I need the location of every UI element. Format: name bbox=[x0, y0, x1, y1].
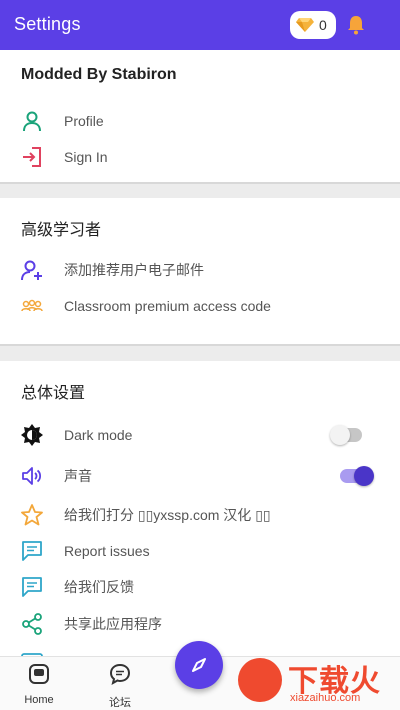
nav-home[interactable]: Home bbox=[14, 663, 64, 706]
report-icon bbox=[20, 539, 44, 563]
add-referral-email-item[interactable]: 添加推荐用户电子邮件 bbox=[0, 253, 400, 287]
dark-mode-item[interactable]: Dark mode bbox=[0, 418, 400, 452]
premium-section: 高级学习者 添加推荐用户电子邮件 Classroom premium acces… bbox=[0, 198, 400, 346]
sign-in-icon bbox=[20, 145, 44, 169]
section-title-premium: 高级学习者 bbox=[21, 222, 102, 239]
sound-item[interactable]: 声音 bbox=[0, 459, 400, 493]
sign-in-label: Sign In bbox=[64, 149, 108, 165]
section-title-general: 总体设置 bbox=[21, 385, 86, 402]
classroom-access-code-label: Classroom premium access code bbox=[64, 298, 271, 314]
general-settings-section: 总体设置 Dark mode 声音 给我们打分 ▯▯yxssp.com 汉化 ▯… bbox=[0, 361, 400, 666]
report-issues-label: Report issues bbox=[64, 543, 150, 559]
sound-label: 声音 bbox=[64, 468, 92, 484]
nav-home-label: Home bbox=[24, 694, 54, 706]
page-title: Settings bbox=[14, 14, 81, 34]
sign-in-item[interactable]: Sign In bbox=[0, 140, 400, 174]
group-icon bbox=[20, 294, 44, 318]
toggle-knob bbox=[330, 425, 350, 445]
add-referral-email-label: 添加推荐用户电子邮件 bbox=[64, 262, 204, 278]
chat-bubble-icon bbox=[109, 663, 131, 685]
profile-label: Profile bbox=[64, 113, 104, 129]
rate-us-label: 给我们打分 ▯▯yxssp.com 汉化 ▯▯ bbox=[64, 507, 271, 523]
dark-mode-toggle[interactable] bbox=[330, 425, 362, 445]
watermark-url: xiazaihuo.com bbox=[290, 692, 361, 704]
brightness-icon bbox=[20, 423, 44, 447]
rate-us-item[interactable]: 给我们打分 ▯▯yxssp.com 汉化 ▯▯ bbox=[0, 498, 400, 532]
home-icon bbox=[29, 664, 49, 684]
sound-toggle[interactable] bbox=[340, 466, 374, 486]
nav-forum-label: 论坛 bbox=[109, 697, 131, 709]
bell-icon[interactable] bbox=[347, 15, 365, 35]
share-app-label: 共享此应用程序 bbox=[64, 616, 162, 632]
app-bar: Settings 0 bbox=[0, 0, 400, 50]
gem-count: 0 bbox=[319, 17, 327, 33]
watermark-logo: 下载火 xiazaihuo.com bbox=[238, 652, 398, 708]
gem-balance-button[interactable]: 0 bbox=[290, 11, 336, 39]
feedback-item[interactable]: 给我们反馈 bbox=[0, 570, 400, 604]
compass-icon bbox=[192, 658, 206, 672]
explore-fab[interactable] bbox=[175, 641, 223, 689]
classroom-access-code-item[interactable]: Classroom premium access code bbox=[0, 289, 400, 323]
section-title-account: Modded By Stabiron bbox=[21, 66, 177, 83]
volume-icon bbox=[20, 464, 44, 488]
share-icon bbox=[20, 612, 44, 636]
feedback-label: 给我们反馈 bbox=[64, 579, 134, 595]
person-icon bbox=[20, 109, 44, 133]
dark-mode-label: Dark mode bbox=[64, 427, 133, 443]
toggle-knob bbox=[354, 466, 374, 486]
add-person-icon bbox=[20, 258, 44, 282]
nav-forum[interactable]: 论坛 bbox=[95, 663, 145, 710]
account-section: Modded By Stabiron Profile Sign In bbox=[0, 50, 400, 184]
gem-icon bbox=[296, 18, 314, 32]
feedback-icon bbox=[20, 575, 44, 599]
star-icon bbox=[20, 503, 44, 527]
profile-item[interactable]: Profile bbox=[0, 104, 400, 138]
watermark-circle bbox=[238, 658, 282, 702]
report-issues-item[interactable]: Report issues bbox=[0, 534, 400, 568]
share-app-item[interactable]: 共享此应用程序 bbox=[0, 607, 400, 641]
